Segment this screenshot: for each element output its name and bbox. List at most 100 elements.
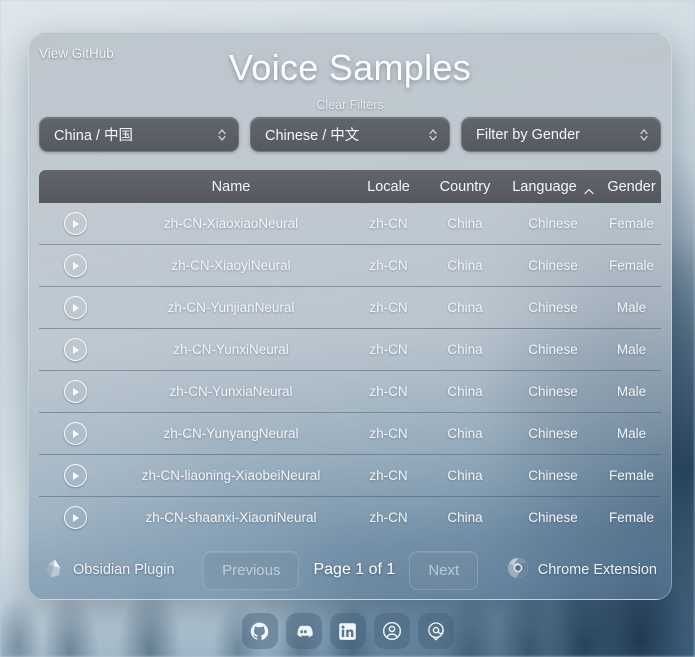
- play-circle-icon[interactable]: [63, 506, 87, 529]
- chrome-extension-label: Chrome Extension: [537, 562, 657, 578]
- voice-name-cell: zh-CN-YunxiaNeural: [169, 384, 293, 399]
- locale-cell: zh-CN: [369, 384, 408, 399]
- social-link-profile[interactable]: [373, 613, 410, 649]
- previous-page-button[interactable]: Previous: [203, 550, 300, 590]
- gender-filter-value: Filter by Gender: [476, 126, 580, 143]
- at-circle-icon: [426, 621, 446, 641]
- column-header-language[interactable]: Language: [504, 179, 602, 195]
- play-circle-icon[interactable]: [63, 254, 87, 277]
- obsidian-plugin-link[interactable]: Obsidian Plugin: [43, 558, 175, 583]
- voice-name-cell: zh-CN-YunjianNeural: [167, 300, 295, 315]
- gender-filter-select[interactable]: Filter by Gender: [461, 117, 661, 152]
- play-cell: [39, 380, 111, 403]
- gender-cell: Male: [616, 342, 647, 357]
- play-cell: [39, 296, 111, 319]
- voice-samples-table: Name Locale Country Language Gender zh-C…: [39, 170, 661, 538]
- gender-cell: Female: [608, 468, 654, 483]
- page-indicator: Page 1 of 1: [313, 561, 396, 578]
- social-link-github[interactable]: [241, 613, 278, 649]
- column-header-language-label: Language: [512, 178, 577, 195]
- locale-cell: zh-CN: [369, 258, 408, 273]
- voice-samples-card: View GitHub Voice Samples Clear Filters …: [28, 33, 672, 600]
- language-filter-value: Chinese / 中文: [265, 128, 360, 144]
- play-circle-icon[interactable]: [63, 212, 87, 235]
- clear-filters-link[interactable]: Clear Filters: [29, 98, 671, 112]
- social-link-discord[interactable]: [285, 613, 322, 649]
- table-row: zh-CN-YunxiaNeural zh-CN China Chinese Male: [39, 371, 661, 413]
- play-circle-icon[interactable]: [63, 338, 87, 361]
- linkedin-icon: [338, 622, 357, 641]
- chevron-updown-icon: [216, 126, 228, 144]
- gender-cell: Female: [608, 258, 654, 273]
- table-body: zh-CN-XiaoxiaoNeural zh-CN China Chinese Fem…: [39, 203, 661, 538]
- play-triangle: [73, 513, 79, 522]
- language-filter-select[interactable]: Chinese / 中文: [250, 117, 450, 152]
- language-cell: Chinese: [528, 258, 578, 273]
- language-cell: Chinese: [528, 510, 578, 525]
- play-cell: [39, 254, 111, 277]
- play-circle-icon[interactable]: [63, 464, 87, 487]
- language-cell: Chinese: [528, 426, 578, 441]
- play-cell: [39, 506, 111, 529]
- country-cell: China: [447, 300, 483, 315]
- play-circle-icon[interactable]: [63, 296, 87, 319]
- country-cell: China: [447, 510, 483, 525]
- filter-bar: China / 中国 Chinese / 中文 Filter by Gender: [39, 117, 661, 152]
- gender-cell: Male: [616, 426, 647, 441]
- play-cell: [39, 422, 111, 445]
- play-triangle: [73, 345, 79, 354]
- column-header-gender[interactable]: Gender: [602, 179, 661, 195]
- chevron-updown-icon: [427, 126, 439, 144]
- obsidian-plugin-label: Obsidian Plugin: [73, 562, 175, 578]
- play-cell: [39, 464, 111, 487]
- social-link-contact[interactable]: [417, 613, 454, 649]
- table-row: zh-CN-YunjianNeural zh-CN China Chinese Male: [39, 287, 661, 329]
- country-cell: China: [447, 384, 483, 399]
- user-circle-icon: [382, 621, 402, 641]
- gender-cell: Female: [608, 216, 654, 231]
- country-cell: China: [447, 468, 483, 483]
- github-icon: [250, 622, 269, 641]
- social-link-linkedin[interactable]: [329, 613, 366, 649]
- next-page-button[interactable]: Next: [409, 550, 479, 590]
- column-header-name[interactable]: Name: [111, 179, 351, 195]
- play-cell: [39, 338, 111, 361]
- locale-cell: zh-CN: [369, 510, 408, 525]
- obsidian-icon: [43, 558, 64, 583]
- card-footer: Obsidian Plugin Previous Page 1 of 1 Nex…: [29, 541, 671, 599]
- discord-icon: [294, 622, 313, 641]
- play-triangle: [73, 219, 79, 228]
- column-header-country[interactable]: Country: [426, 179, 504, 195]
- language-cell: Chinese: [528, 216, 578, 231]
- country-cell: China: [447, 216, 483, 231]
- table-row: zh-CN-XiaoyiNeural zh-CN China Chinese Femal…: [39, 245, 661, 287]
- chrome-extension-link[interactable]: Chrome Extension: [507, 557, 657, 583]
- locale-cell: zh-CN: [369, 300, 408, 315]
- chevron-updown-icon: [638, 126, 650, 144]
- play-cell: [39, 212, 111, 235]
- table-row: zh-CN-YunxiNeural zh-CN China Chinese Male: [39, 329, 661, 371]
- locale-cell: zh-CN: [369, 468, 408, 483]
- table-row: zh-CN-XiaoxiaoNeural zh-CN China Chinese Fem…: [39, 203, 661, 245]
- country-filter-value: China / 中国: [54, 128, 133, 144]
- language-cell: Chinese: [528, 342, 578, 357]
- table-row: zh-CN-YunyangNeural zh-CN China Chinese Male: [39, 413, 661, 455]
- play-circle-icon[interactable]: [63, 422, 87, 445]
- play-circle-icon[interactable]: [63, 380, 87, 403]
- play-triangle: [73, 261, 79, 270]
- table-row: zh-CN-shaanxi-XiaoniNeural zh-CN China Chin…: [39, 497, 661, 538]
- table-header-row: Name Locale Country Language Gender: [39, 170, 661, 203]
- country-filter-select[interactable]: China / 中国: [39, 117, 239, 152]
- language-cell: Chinese: [528, 468, 578, 483]
- country-cell: China: [447, 342, 483, 357]
- voice-name-cell: zh-CN-YunxiNeural: [173, 342, 289, 357]
- voice-name-cell: zh-CN-YunyangNeural: [163, 426, 299, 441]
- language-cell: Chinese: [528, 384, 578, 399]
- locale-cell: zh-CN: [369, 426, 408, 441]
- country-cell: China: [447, 426, 483, 441]
- social-links-bar: [0, 613, 695, 649]
- page-title: Voice Samples: [228, 47, 472, 88]
- column-header-locale[interactable]: Locale: [351, 179, 426, 195]
- gender-cell: Male: [616, 300, 647, 315]
- voice-name-cell: zh-CN-liaoning-XiaobeiNeural: [141, 468, 321, 483]
